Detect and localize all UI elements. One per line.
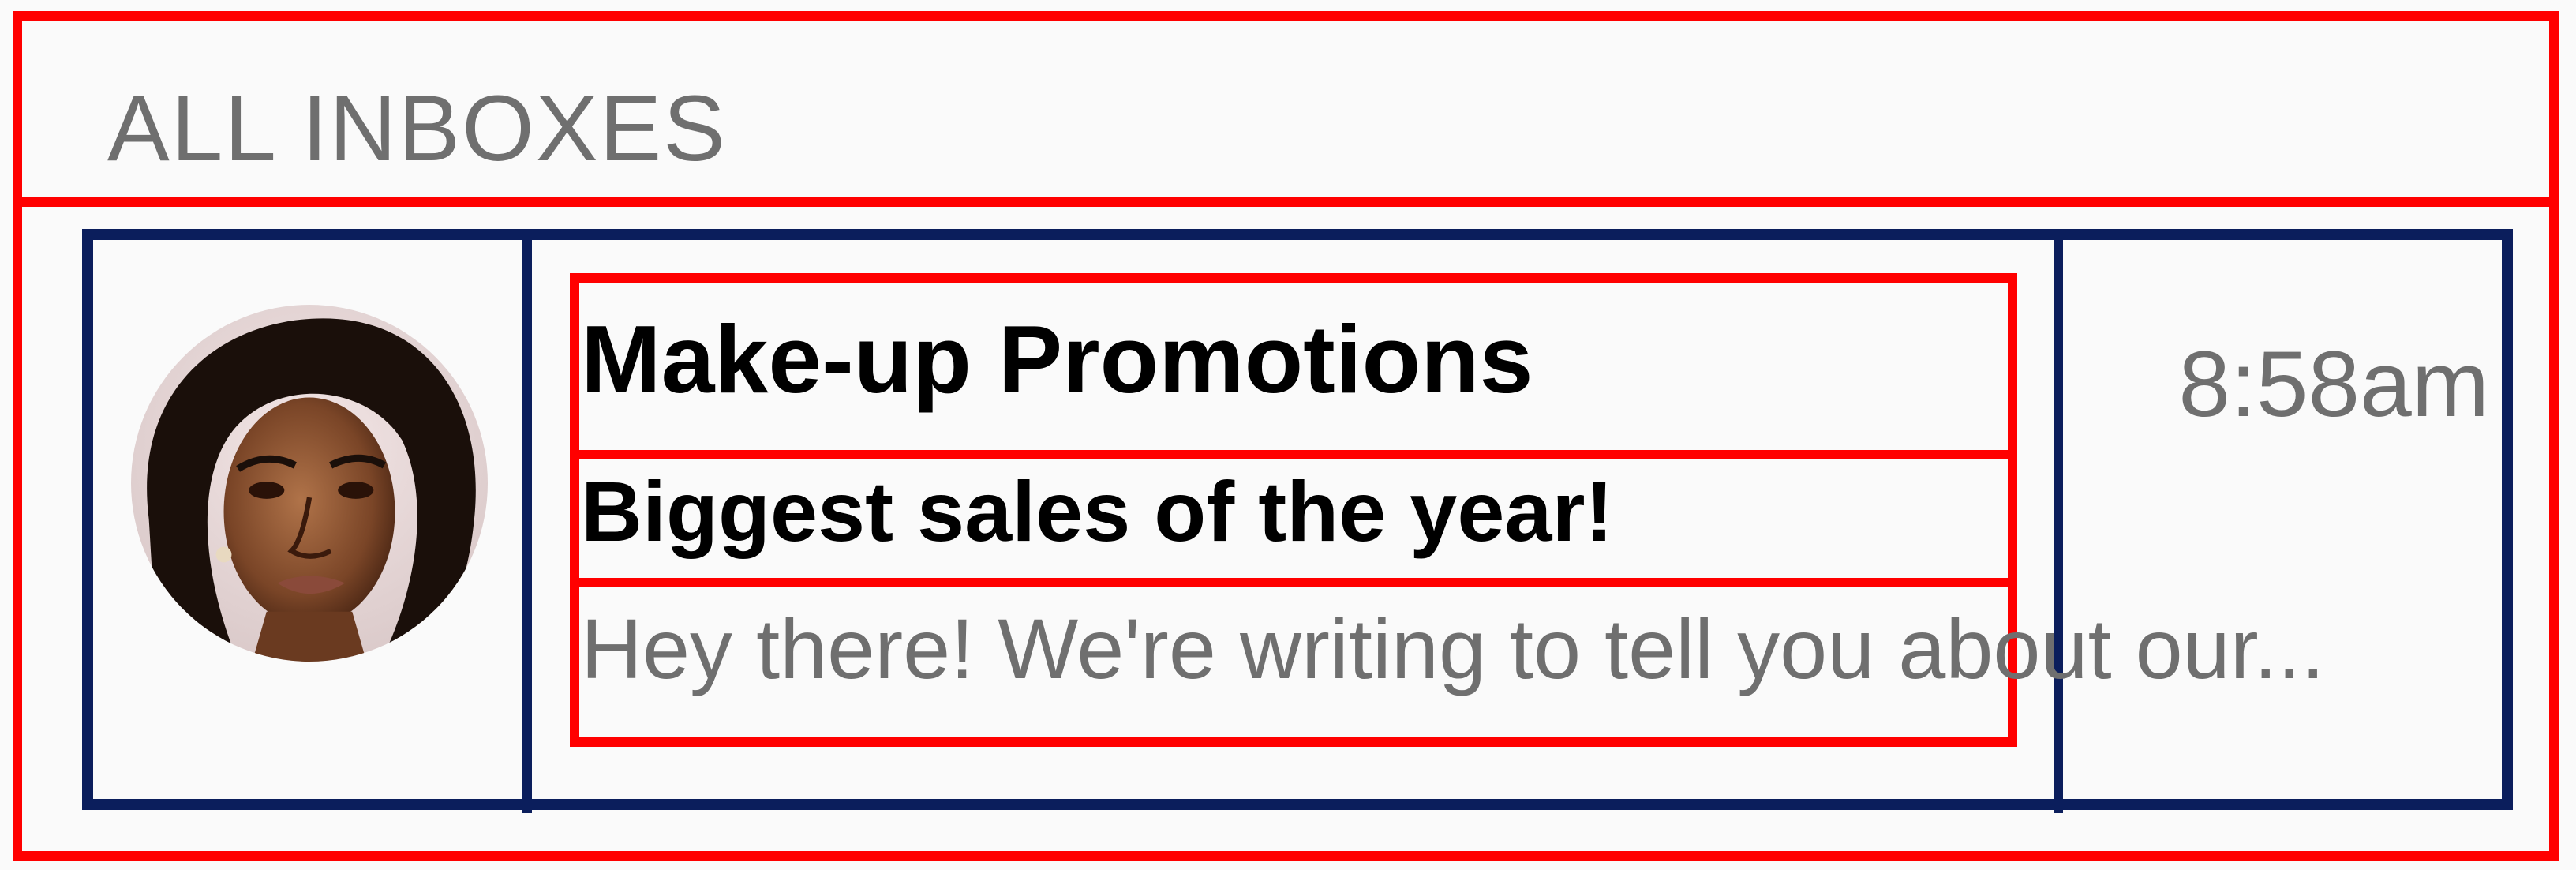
- sender-avatar: [131, 305, 488, 662]
- row-divider-right: [2054, 240, 2063, 813]
- inbox-screen: ALL INBOXES Make-up Promotions Biggest s…: [0, 0, 2576, 870]
- section-title: ALL INBOXES: [107, 77, 727, 181]
- annotation-separator: [570, 578, 2017, 587]
- email-time: 8:58am: [2178, 332, 2489, 437]
- row-divider-left: [522, 240, 532, 813]
- avatar-photo-icon: [131, 305, 488, 662]
- email-sender: Make-up Promotions: [581, 306, 1533, 413]
- annotation-separator: [570, 450, 2017, 459]
- email-preview: Hey there! We're writing to tell you abo…: [581, 601, 2325, 696]
- email-subject: Biggest sales of the year!: [581, 463, 1614, 559]
